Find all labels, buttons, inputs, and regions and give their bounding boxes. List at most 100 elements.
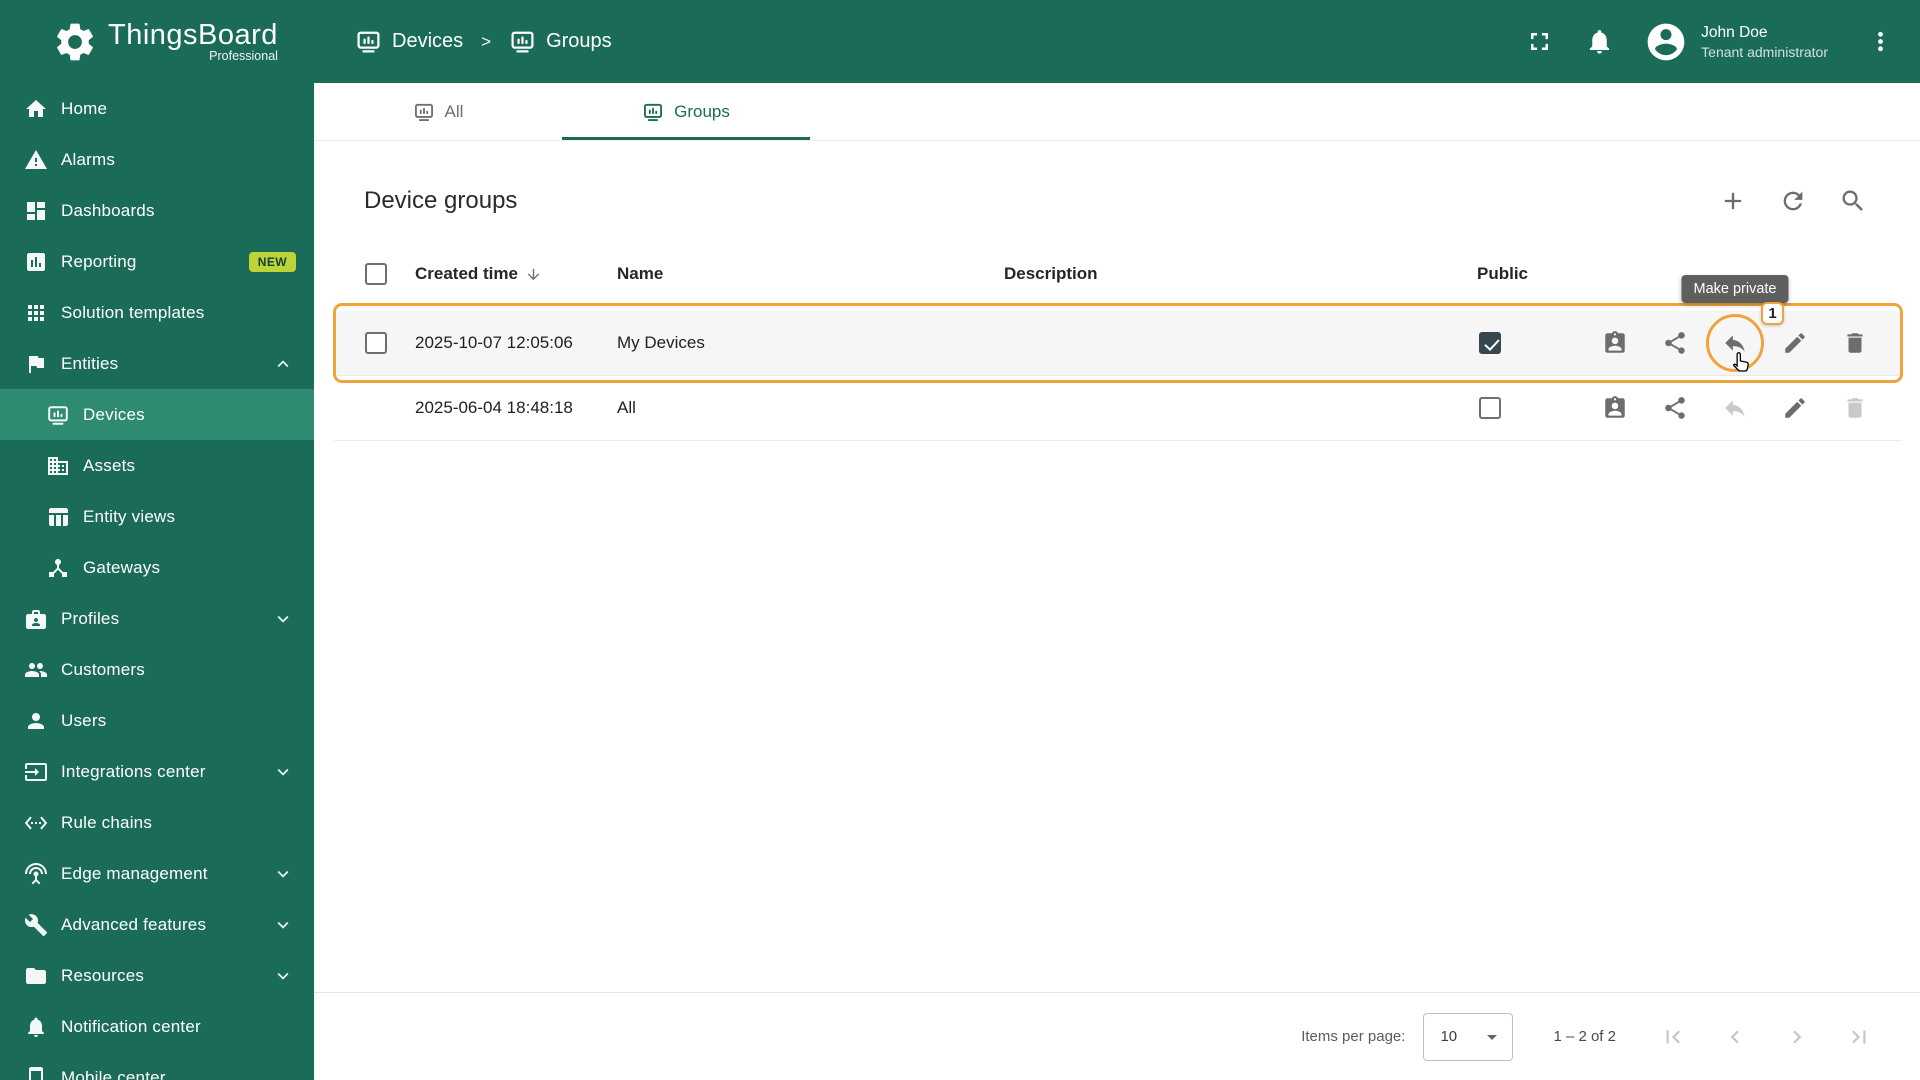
sidebar-item-users[interactable]: Users (0, 695, 314, 746)
chevron-down-icon[interactable] (272, 608, 294, 630)
table-chart-icon (49, 507, 68, 526)
items-per-page-value: 10 (1440, 1028, 1458, 1045)
search-button[interactable] (1839, 187, 1867, 215)
items-per-page-label: Items per page: (1301, 1028, 1406, 1045)
add-device-group-button[interactable] (1719, 187, 1747, 215)
sidebar-item-resources[interactable]: Resources (0, 950, 314, 1001)
column-header-created-time[interactable]: Created time (415, 264, 617, 284)
chevron-down-icon[interactable] (272, 914, 294, 936)
input-icon (25, 762, 47, 781)
more-menu-button[interactable] (1866, 27, 1895, 56)
sidebar-item-customers[interactable]: Customers (0, 644, 314, 695)
chevron-up-icon[interactable] (272, 353, 294, 375)
page-range-label: 1 – 2 of 2 (1553, 1028, 1616, 1045)
sidebar-item-gateways[interactable]: Gateways (0, 542, 314, 593)
device-groups-table: Created time Name Description Public 202… (333, 237, 1903, 441)
sidebar-item-devices[interactable]: Devices (0, 389, 314, 440)
make-private-button[interactable] (1722, 330, 1748, 356)
sidebar-item-assets[interactable]: Assets (0, 440, 314, 491)
edit-group-button[interactable] (1782, 330, 1808, 356)
report-chart-icon (27, 252, 45, 271)
trash-icon (1847, 398, 1863, 418)
sidebar-item-alarms[interactable]: Alarms (0, 134, 314, 185)
first-page-icon (1666, 1030, 1680, 1043)
sidebar-item-label: Integrations center (61, 761, 206, 781)
sidebar-item-entities[interactable]: Entities (0, 338, 314, 389)
account-circle-icon (1647, 23, 1685, 60)
sidebar-item-notification-center[interactable]: Notification center (0, 1001, 314, 1052)
bell-icon (1589, 30, 1610, 54)
notifications-button[interactable] (1585, 27, 1614, 56)
fullscreen-button[interactable] (1525, 27, 1554, 56)
app-name: ThingsBoard (108, 18, 278, 51)
breadcrumb: Devices > Groups (314, 28, 612, 55)
make-private-button (1722, 395, 1748, 421)
breadcrumb-devices[interactable]: Devices (355, 28, 463, 55)
edit-group-button[interactable] (1782, 395, 1808, 421)
make-private-arrow-icon (1725, 400, 1745, 417)
sidebar-item-mobile-center[interactable]: Mobile center (0, 1052, 314, 1080)
chevron-down-icon[interactable] (272, 863, 294, 885)
annotation-step-badge: 1 (1761, 302, 1784, 325)
chevron-left-icon (1730, 1030, 1739, 1043)
sidebar-item-entity-views[interactable]: Entity views (0, 491, 314, 542)
sidebar-item-dashboards[interactable]: Dashboards (0, 185, 314, 236)
public-checkbox[interactable] (1479, 332, 1501, 354)
share-group-button[interactable] (1662, 330, 1688, 356)
breadcrumb-groups-label: Groups (546, 30, 612, 52)
pagination-controls (1660, 1024, 1872, 1050)
page-title: Device groups (364, 187, 518, 214)
public-checkbox[interactable] (1479, 397, 1501, 419)
sidebar-item-home[interactable]: Home (0, 83, 314, 134)
tab-all[interactable]: All (314, 83, 562, 140)
column-header-public[interactable]: Public (1477, 264, 1597, 284)
delete-group-button[interactable] (1842, 330, 1868, 356)
table-row-all[interactable]: 2025-06-04 18:48:18 All (334, 376, 1902, 441)
tab-groups[interactable]: Groups (562, 83, 810, 140)
sidebar-item-edge-management[interactable]: Edge management (0, 848, 314, 899)
row-checkbox[interactable] (365, 332, 387, 354)
table-header-row: Created time Name Description Public (334, 237, 1902, 311)
share-icon (1665, 332, 1685, 354)
chevron-down-icon[interactable] (272, 965, 294, 987)
manage-group-users-button[interactable] (1602, 330, 1628, 356)
refresh-icon (1783, 191, 1803, 211)
user-info[interactable]: John Doe Tenant administrator (1701, 23, 1828, 60)
sidebar-item-label: Users (61, 710, 107, 730)
app-logo[interactable]: ThingsBoard Professional (0, 19, 314, 65)
sidebar-item-integrations-center[interactable]: Integrations center (0, 746, 314, 797)
apps-grid-icon (28, 304, 44, 321)
app-title: ThingsBoard Professional (108, 18, 278, 63)
tab-all-label: All (444, 101, 464, 121)
refresh-button[interactable] (1779, 187, 1807, 215)
select-all-checkbox[interactable] (365, 263, 387, 285)
column-header-label: Created time (415, 264, 518, 283)
sidebar-item-rule-chains[interactable]: Rule chains (0, 797, 314, 848)
sidebar-item-label: Alarms (61, 149, 116, 169)
share-group-button[interactable] (1662, 395, 1688, 421)
fullscreen-icon (1531, 33, 1549, 50)
sidebar-item-profiles[interactable]: Profiles (0, 593, 314, 644)
folder-icon (26, 967, 46, 984)
chevron-down-icon[interactable] (272, 761, 294, 783)
column-header-description[interactable]: Description (1004, 264, 1477, 284)
delete-group-button (1842, 395, 1868, 421)
breadcrumb-groups[interactable]: Groups (509, 28, 612, 55)
user-avatar[interactable] (1644, 20, 1688, 64)
main-content: All Groups Device groups Created time Na… (314, 83, 1920, 1080)
search-icon (1842, 190, 1863, 211)
settings-ethernet-icon (24, 815, 48, 830)
last-page-button (1846, 1024, 1872, 1050)
building-icon (48, 456, 68, 475)
hub-icon (49, 558, 67, 577)
table-row-my-devices[interactable]: 2025-10-07 12:05:06 My Devices Make priv… (333, 275, 1903, 383)
antenna-icon (25, 862, 47, 884)
manage-group-users-button[interactable] (1602, 395, 1628, 421)
sidebar-item-label: Entity views (83, 506, 176, 526)
items-per-page-select[interactable]: 10 (1423, 1012, 1514, 1061)
sidebar-item-advanced-features[interactable]: Advanced features (0, 899, 314, 950)
sidebar-item-reporting[interactable]: Reporting NEW (0, 236, 314, 287)
tab-groups-label: Groups (674, 101, 730, 121)
sidebar-item-solution-templates[interactable]: Solution templates (0, 287, 314, 338)
column-header-name[interactable]: Name (617, 264, 1004, 284)
